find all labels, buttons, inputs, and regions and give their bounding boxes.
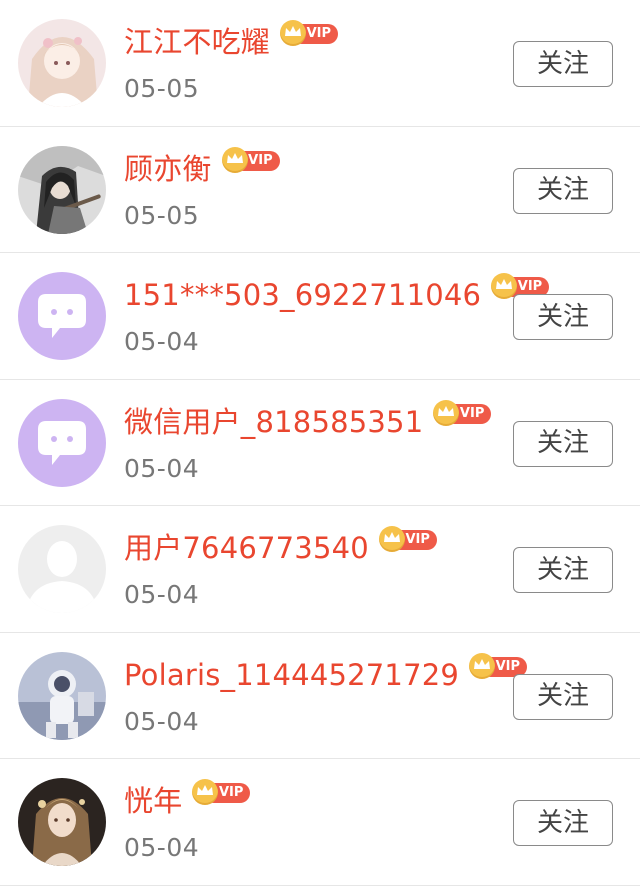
- avatar[interactable]: [18, 19, 106, 107]
- follow-button[interactable]: 关注: [513, 547, 613, 593]
- follow-button[interactable]: 关注: [513, 673, 613, 720]
- list-item[interactable]: 顾亦衡 VIP 05-05 关注: [0, 126, 640, 253]
- follow-button[interactable]: 关注: [513, 800, 613, 846]
- vip-badge: VIP: [378, 524, 437, 552]
- vip-badge: VIP: [433, 398, 492, 426]
- user-name[interactable]: Polaris_114445271729: [124, 655, 459, 695]
- avatar[interactable]: [18, 778, 106, 866]
- person-silhouette-icon: [18, 525, 106, 613]
- chat-bubble-icon: [18, 272, 106, 360]
- crown-icon: [221, 146, 248, 173]
- user-name[interactable]: 江江不吃耀: [124, 22, 270, 62]
- avatar[interactable]: [18, 398, 106, 487]
- list-item[interactable]: 恍年 VIP 05-04 关注: [0, 759, 640, 886]
- anime-girl-avatar-image: [18, 19, 106, 107]
- user-name[interactable]: 恍年: [124, 781, 182, 821]
- follow-date: 05-05: [124, 74, 200, 103]
- follow-button[interactable]: 关注: [513, 294, 613, 340]
- crown-icon: [433, 399, 460, 426]
- user-name[interactable]: 151***503_6922711046: [124, 275, 481, 315]
- vip-badge: VIP: [192, 777, 251, 805]
- follow-button[interactable]: 关注: [513, 167, 613, 214]
- list-item[interactable]: 151***503_6922711046 VIP 05-04 关注: [0, 253, 640, 380]
- list-item[interactable]: 用户7646773540 VIP 05-04 关注: [0, 506, 640, 633]
- follow-date: 05-04: [124, 833, 200, 862]
- follow-date: 05-04: [124, 580, 200, 609]
- follower-list: 江江不吃耀 VIP 05-05 关注 顾亦衡 VIP 05-05 关注 151*…: [0, 0, 640, 886]
- crown-icon: [378, 526, 405, 552]
- portrait-woman-avatar-image: [18, 778, 106, 866]
- crown-icon: [469, 652, 496, 679]
- follow-date: 05-05: [124, 200, 200, 230]
- vip-badge: VIP: [221, 145, 280, 173]
- list-item[interactable]: 微信用户_818585351 VIP 05-04 关注: [0, 379, 640, 506]
- chat-bubble-icon: [18, 398, 106, 487]
- follow-date: 05-04: [124, 327, 200, 356]
- follow-date: 05-04: [124, 706, 200, 736]
- list-item[interactable]: Polaris_114445271729 VIP 05-04 关注: [0, 632, 640, 759]
- vip-badge: VIP: [280, 18, 339, 46]
- follow-button[interactable]: 关注: [513, 420, 613, 467]
- user-name[interactable]: 顾亦衡: [124, 149, 212, 189]
- ancient-style-man-avatar-image: [18, 145, 106, 234]
- avatar[interactable]: [18, 145, 106, 234]
- user-name[interactable]: 用户7646773540: [124, 528, 369, 568]
- avatar[interactable]: [18, 525, 106, 613]
- avatar[interactable]: [18, 651, 106, 740]
- follow-button[interactable]: 关注: [513, 41, 613, 87]
- crown-icon: [280, 20, 307, 46]
- astronaut-avatar-image: [18, 651, 106, 740]
- list-item[interactable]: 江江不吃耀 VIP 05-05 关注: [0, 0, 640, 127]
- user-name[interactable]: 微信用户_818585351: [124, 402, 423, 442]
- avatar[interactable]: [18, 272, 106, 360]
- follow-date: 05-04: [124, 453, 200, 483]
